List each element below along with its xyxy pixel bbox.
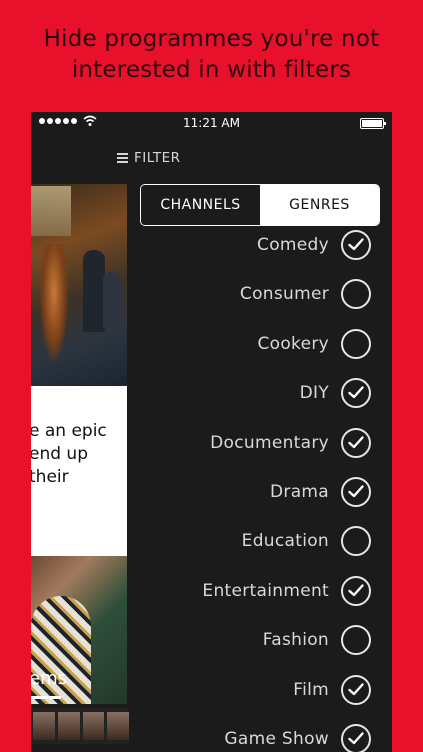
- genre-row[interactable]: Education: [131, 521, 392, 570]
- unchecked-circle-icon[interactable]: [341, 279, 371, 310]
- genre-row[interactable]: Documentary: [131, 423, 392, 472]
- genre-list: Comedy Consumer Cookery DIY Documentary Drama…: [131, 225, 392, 752]
- genre-label: DIY: [299, 383, 329, 404]
- genre-row[interactable]: Consumer: [131, 274, 392, 323]
- filter-toggle[interactable]: FILTER: [117, 150, 181, 166]
- programme-list-preview: e an epic end up their ems: [31, 184, 129, 752]
- unchecked-circle-icon[interactable]: [341, 625, 371, 656]
- battery-icon: [360, 118, 386, 129]
- description-line: their: [31, 467, 69, 487]
- promo-headline: Hide programmes you're not interested in…: [0, 24, 423, 86]
- menu-icon: [117, 153, 128, 163]
- genre-row[interactable]: DIY: [131, 373, 392, 422]
- genre-label: Entertainment: [202, 580, 329, 601]
- checked-circle-icon[interactable]: [341, 476, 371, 507]
- unchecked-circle-icon[interactable]: [341, 526, 371, 557]
- genre-row[interactable]: Entertainment: [131, 571, 392, 620]
- genre-row[interactable]: Comedy: [131, 225, 392, 274]
- genre-row[interactable]: Fashion: [131, 620, 392, 669]
- genre-row[interactable]: Film: [131, 670, 392, 719]
- genre-label: Fashion: [262, 630, 329, 651]
- description-line: e an epic: [31, 421, 107, 441]
- genre-row[interactable]: Game Show: [131, 719, 392, 752]
- checked-circle-icon[interactable]: [341, 378, 371, 409]
- genre-label: Drama: [270, 481, 329, 502]
- headline-line-1: Hide programmes you're not: [43, 26, 380, 52]
- checked-circle-icon[interactable]: [341, 427, 371, 458]
- genre-row[interactable]: Cookery: [131, 324, 392, 373]
- filter-segmented-control: CHANNELS GENRES: [140, 184, 380, 226]
- programme-photo-image[interactable]: ems: [31, 556, 127, 704]
- tab-genres[interactable]: GENRES: [260, 185, 379, 225]
- checked-circle-icon[interactable]: [341, 674, 371, 705]
- unchecked-circle-icon[interactable]: [341, 328, 371, 359]
- checked-circle-icon[interactable]: [341, 723, 371, 752]
- genre-label: Game Show: [224, 728, 329, 749]
- thumbnail-strip[interactable]: [31, 708, 129, 744]
- genre-label: Comedy: [257, 235, 329, 255]
- status-time: 11:21 AM: [183, 116, 240, 130]
- checked-circle-icon[interactable]: [341, 230, 371, 260]
- genre-label: Film: [293, 679, 329, 700]
- programme-poster-image[interactable]: [31, 184, 127, 386]
- tab-channels[interactable]: CHANNELS: [141, 185, 260, 225]
- description-line: end up: [31, 444, 88, 464]
- photo-title: ems: [31, 668, 67, 689]
- genre-row[interactable]: Drama: [131, 472, 392, 521]
- programme-description-card[interactable]: e an epic end up their: [31, 386, 127, 556]
- phone-screen: 11:21 AM FILTER e an epic end up their e…: [31, 112, 392, 752]
- checked-circle-icon[interactable]: [341, 575, 371, 606]
- filter-label: FILTER: [134, 150, 181, 166]
- genre-label: Documentary: [210, 432, 329, 453]
- headline-line-2: interested in with filters: [71, 57, 352, 83]
- genre-label: Consumer: [239, 284, 329, 305]
- status-bar: 11:21 AM: [31, 112, 392, 136]
- genre-label: Education: [241, 531, 329, 552]
- genre-label: Cookery: [257, 333, 329, 354]
- photo-underline: [31, 696, 61, 699]
